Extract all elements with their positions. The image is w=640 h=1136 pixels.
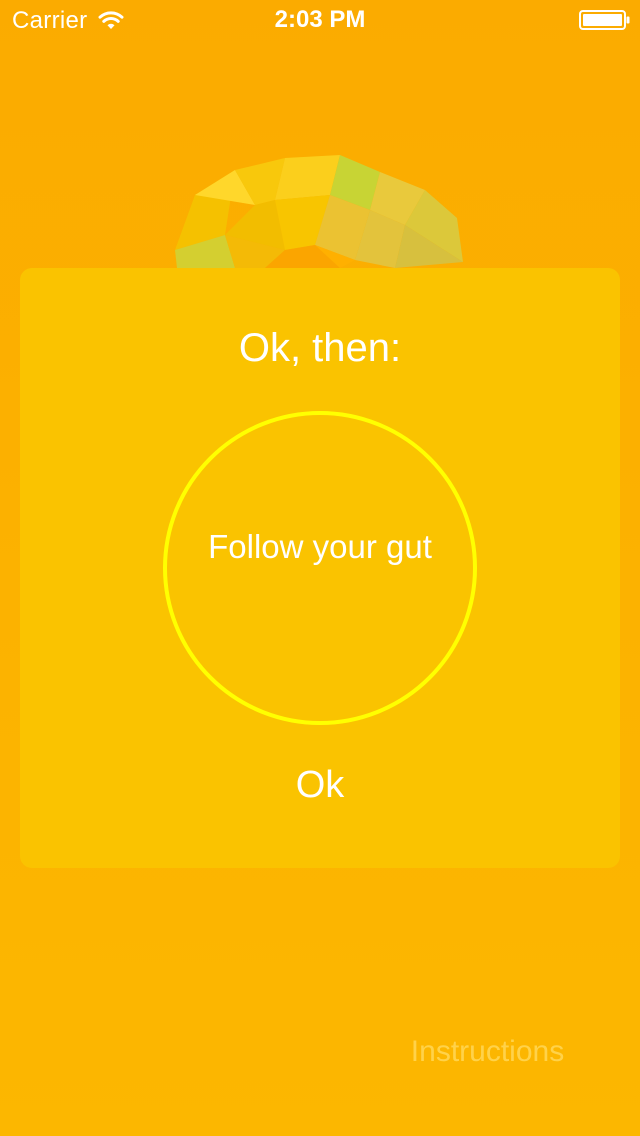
- card-title: Ok, then:: [238, 326, 402, 370]
- status-time: 2:03 PM: [274, 6, 366, 33]
- brain-illustration: [175, 155, 463, 268]
- ok-button[interactable]: Ok: [250, 760, 390, 810]
- answer-card: Ok, then: Follow your gut Ok: [20, 268, 620, 868]
- answer-circle: Follow your gut: [163, 411, 477, 725]
- answer-text: Follow your gut: [208, 528, 432, 565]
- status-bar: Carrier 2:03 PM: [0, 0, 640, 40]
- instructions-link[interactable]: Instructions: [395, 1032, 580, 1072]
- battery-icon: [579, 10, 630, 30]
